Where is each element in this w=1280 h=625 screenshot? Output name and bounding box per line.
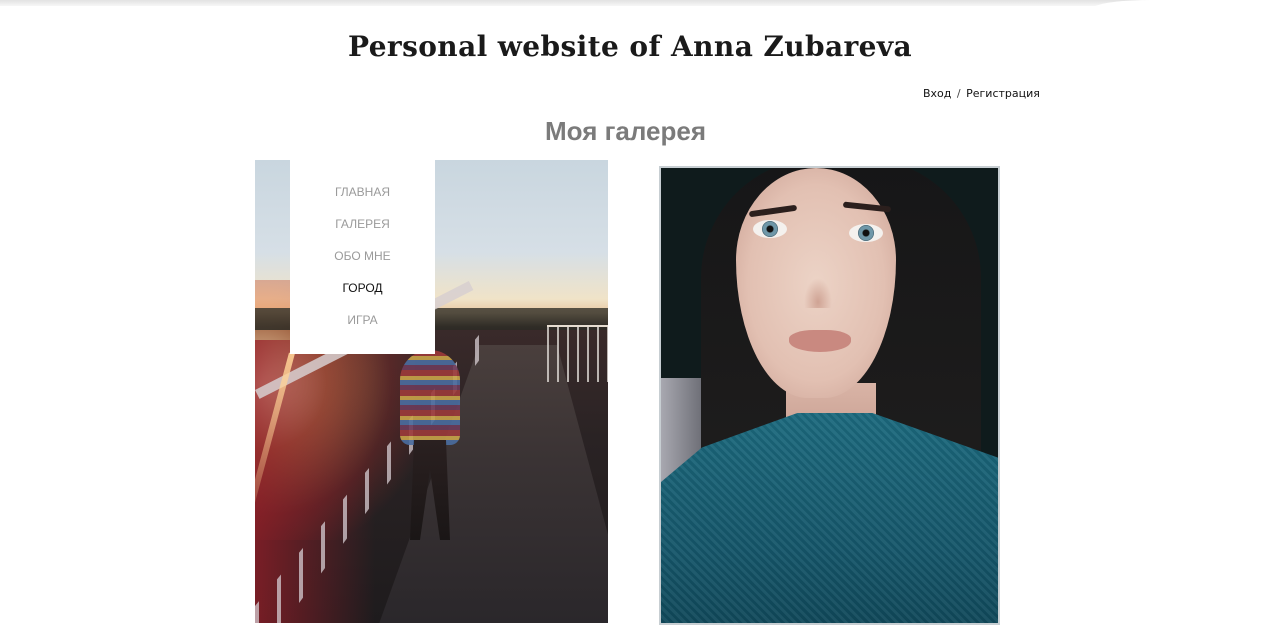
register-link[interactable]: Регистрация (966, 87, 1040, 100)
gallery-photo-portrait[interactable] (659, 166, 1000, 625)
nav-item-city[interactable]: ГОРОД (290, 272, 435, 304)
portrait-sweater (661, 413, 998, 623)
gallery-title: Моя галерея (545, 116, 707, 146)
top-edge (0, 0, 1280, 10)
site-title: Personal website of Anna Zubareva (348, 30, 913, 63)
nav-item-about[interactable]: ОБО МНЕ (290, 240, 435, 272)
portrait-lips (789, 330, 851, 352)
auth-separator: / (956, 87, 961, 100)
nav-item-gallery[interactable]: ГАЛЕРЕЯ (290, 208, 435, 240)
auth-links: Вход / Регистрация (923, 87, 1040, 100)
portrait-left-eye (753, 220, 787, 238)
portrait-nose (804, 278, 832, 308)
portrait-right-eye (849, 224, 883, 242)
nav-item-home[interactable]: ГЛАВНАЯ (290, 176, 435, 208)
person-figure (400, 350, 460, 445)
bridge-railing-right (547, 325, 608, 382)
nav-item-game[interactable]: ИГРА (290, 304, 435, 336)
login-link[interactable]: Вход (923, 87, 951, 100)
page: Personal website of Anna Zubareva Вход /… (0, 0, 1280, 625)
nav-dropdown-menu: ГЛАВНАЯ ГАЛЕРЕЯ ОБО МНЕ ГОРОД ИГРА (290, 160, 435, 354)
